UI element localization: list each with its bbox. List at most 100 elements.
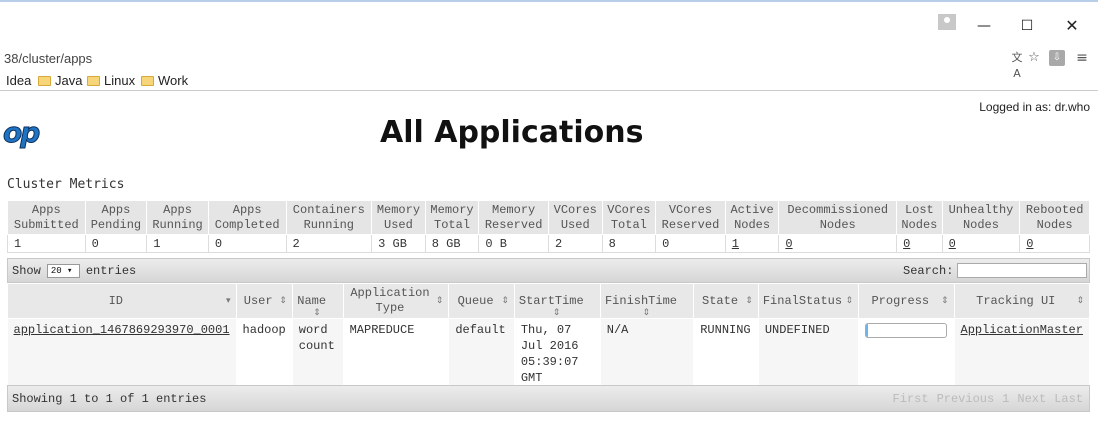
text-line: Nodes xyxy=(819,217,856,232)
column-header[interactable]: Tracking UI ⇕ xyxy=(953,283,1091,319)
metric-value: 1 xyxy=(7,234,86,253)
sort-icon: ⇕ xyxy=(745,296,753,306)
column-header[interactable]: Application Type ⇕ xyxy=(342,283,450,319)
cluster-metrics-title: Cluster Metrics xyxy=(7,177,125,192)
progress-bar xyxy=(865,323,948,338)
table-cell: default xyxy=(448,318,515,389)
window-titlebar: — ☐ ✕ xyxy=(0,0,1098,44)
progress-fill xyxy=(866,324,868,337)
bookmark-java[interactable]: Java xyxy=(38,73,82,88)
minimize-button[interactable]: — xyxy=(970,14,998,38)
text-line: Progress xyxy=(871,293,930,308)
text-line: Decommissioned xyxy=(787,202,889,217)
translate-icon[interactable]: 文A xyxy=(1009,50,1025,80)
column-header[interactable]: User ⇕ xyxy=(235,283,293,319)
text-line: Nodes xyxy=(901,217,938,232)
metric-value: 2 xyxy=(547,234,603,253)
applications-toolbar: Show 20 ▾ entries Search: xyxy=(7,258,1090,283)
close-button[interactable]: ✕ xyxy=(1058,14,1086,38)
metric-value: 0 xyxy=(896,234,943,253)
column-header[interactable]: StartTime ⇕ xyxy=(513,283,601,319)
sort-icon: ⇕ xyxy=(1076,296,1084,306)
metric-value: 0 xyxy=(778,234,898,253)
metric-link[interactable]: 1 xyxy=(732,237,739,251)
metric-header: Unhealthy Nodes xyxy=(941,200,1021,235)
application-id-link[interactable]: application_1467869293970_0001 xyxy=(14,323,230,337)
table-cell: Thu, 07 Jul 2016 05:39:07 GMT xyxy=(514,318,601,389)
table-cell xyxy=(858,318,955,389)
text-line: count xyxy=(298,339,335,353)
column-header[interactable]: Queue ⇕ xyxy=(448,283,515,319)
browser-menu-icon[interactable]: ≡ xyxy=(1074,50,1090,66)
text-line: Apps xyxy=(163,202,192,217)
column-header[interactable]: ID ▾ xyxy=(7,283,237,319)
table-cell: word count xyxy=(292,318,344,389)
sort-icon: ⇕ xyxy=(501,296,509,306)
metric-header: Rebooted Nodes xyxy=(1019,200,1090,235)
text-line: Submitted xyxy=(13,217,79,232)
text-line: Nodes xyxy=(1036,217,1073,232)
metric-link[interactable]: 0 xyxy=(949,237,956,251)
text-line: Apps xyxy=(31,202,61,217)
user-profile-icon[interactable] xyxy=(938,14,956,30)
text-line: GMT xyxy=(520,371,543,385)
metric-value: 0 B xyxy=(478,234,549,253)
page-title: All Applications xyxy=(380,115,644,150)
bookmark-work[interactable]: Work xyxy=(141,73,188,88)
text-line: Running xyxy=(152,217,203,232)
text-line: Used xyxy=(560,217,590,232)
metric-header: Apps Submitted xyxy=(7,200,86,235)
text-line: ID xyxy=(108,293,123,308)
pager-page-1-button[interactable]: 1 xyxy=(1002,392,1009,406)
text-line: Lost xyxy=(904,202,934,217)
folder-icon xyxy=(38,75,51,86)
text-line: Nodes xyxy=(734,217,771,232)
bookmark-star-icon[interactable]: ☆ xyxy=(1026,50,1042,66)
applications-footer: Showing 1 to 1 of 1 entries First Previo… xyxy=(7,385,1090,412)
tracking-ui-link[interactable]: ApplicationMaster xyxy=(961,323,1083,337)
text-line: Type xyxy=(375,301,405,315)
text-line: Containers xyxy=(292,202,365,217)
bookmark-linux[interactable]: Linux xyxy=(87,73,135,88)
hadoop-logo[interactable]: op xyxy=(2,116,40,150)
metric-header: Apps Completed xyxy=(207,200,287,235)
table-cell: hadoop xyxy=(236,318,293,389)
metric-header: VCores Used xyxy=(547,200,603,235)
metric-link[interactable]: 0 xyxy=(785,237,792,251)
pager-previous-button[interactable]: Previous xyxy=(937,392,995,406)
pager-first-button[interactable]: First xyxy=(893,392,929,406)
address-bar: 38/cluster/apps 文A ☆ ⇩ ≡ xyxy=(0,47,1098,80)
column-header[interactable]: State ⇕ xyxy=(693,283,759,319)
sort-icon: ⇕ xyxy=(435,296,444,306)
folder-icon xyxy=(141,75,154,86)
maximize-button[interactable]: ☐ xyxy=(1013,14,1041,38)
column-header[interactable]: Name ⇕ xyxy=(291,283,344,319)
text-line: Nodes xyxy=(962,217,999,232)
pager-next-button[interactable]: Next xyxy=(1017,392,1046,406)
metric-link[interactable]: 0 xyxy=(1026,237,1033,251)
sort-icon: ⇕ xyxy=(642,308,650,318)
pager-last-button[interactable]: Last xyxy=(1054,392,1083,406)
text-line: Apps xyxy=(101,202,131,217)
bookmark-idea[interactable]: Idea xyxy=(6,73,31,88)
metric-header: Apps Pending xyxy=(84,200,148,235)
sort-icon: ⇕ xyxy=(845,296,854,306)
search-input[interactable] xyxy=(957,263,1087,278)
column-header[interactable]: FinalStatus ⇕ xyxy=(757,283,860,319)
column-header[interactable]: FinishTime ⇕ xyxy=(599,283,695,319)
metric-link[interactable]: 0 xyxy=(903,237,910,251)
table-row: application_1467869293970_0001 hadoop word… xyxy=(7,318,1091,389)
bookmarks-bar: Idea Java Linux Work xyxy=(0,71,1098,91)
text-line: Queue xyxy=(457,293,494,308)
extension-icon[interactable]: ⇩ xyxy=(1049,50,1065,66)
metric-value: 1 xyxy=(146,234,209,253)
column-header[interactable]: Progress ⇕ xyxy=(858,283,955,319)
table-cell: UNDEFINED xyxy=(758,318,860,389)
page-length-select[interactable]: 20 ▾ xyxy=(46,264,80,278)
text-line: Running xyxy=(303,217,355,232)
text-line: User xyxy=(243,293,273,308)
bookmark-label: Linux xyxy=(104,73,136,88)
text-line: 05:39:07 xyxy=(520,355,579,369)
url-field[interactable]: 38/cluster/apps xyxy=(4,51,92,66)
text-line: Application xyxy=(350,286,430,300)
